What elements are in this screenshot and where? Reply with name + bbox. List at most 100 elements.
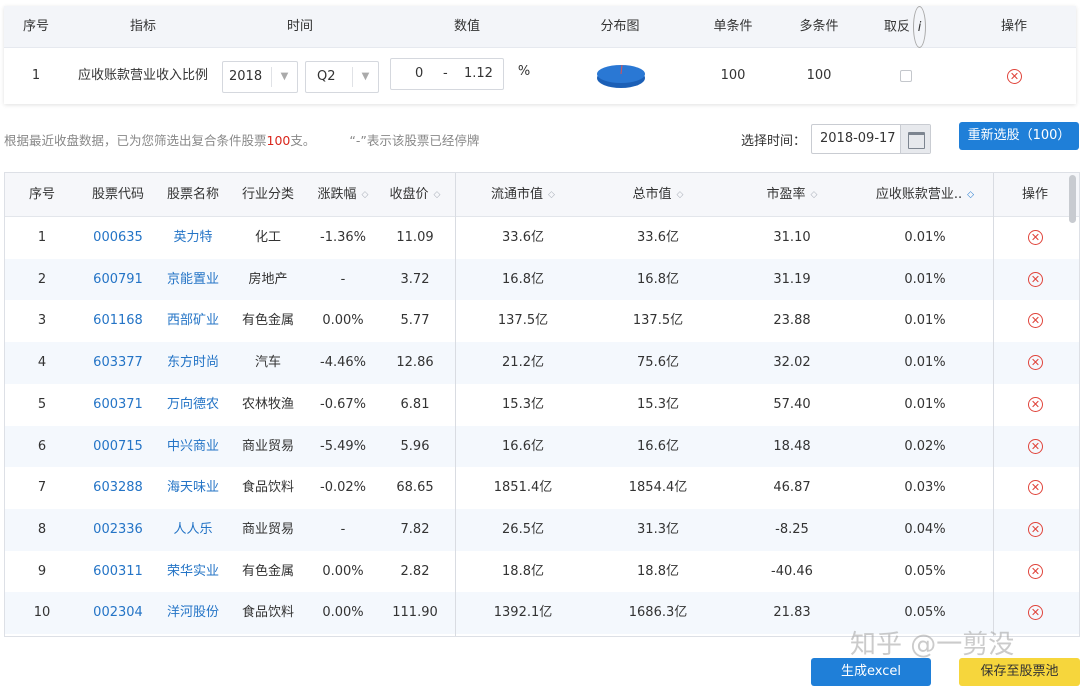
sort-icon[interactable]: ◇ (677, 190, 684, 200)
save-to-pool-button[interactable]: 保存至股票池 (959, 658, 1080, 686)
cell-float-cap: 26.5亿 (502, 521, 544, 537)
quarter-select[interactable]: Q2 ▼ (305, 61, 379, 93)
column-divider (993, 173, 994, 636)
cell-stock-code[interactable]: 601168 (93, 300, 143, 342)
watermark: 知乎 @一剪没 (850, 630, 1015, 660)
cell-industry: 食品饮料 (241, 480, 295, 496)
range-min[interactable]: 0 (415, 59, 423, 89)
delete-row-icon[interactable]: ✕ (1028, 438, 1043, 454)
cell-stock-code[interactable]: 002304 (93, 592, 143, 634)
sort-icon[interactable]: ◇ (548, 190, 555, 200)
value-range-input[interactable]: 0 - 1.12 (390, 58, 504, 90)
cell-ratio: 0.03% (904, 480, 946, 496)
cell-index: 1 (37, 230, 47, 245)
sort-icon[interactable]: ◇ (362, 190, 369, 200)
chevron-down-icon: ▼ (271, 67, 297, 87)
select-time-label: 选择时间： (741, 134, 807, 149)
distribution-pie-icon[interactable] (595, 64, 647, 90)
condition-index: 1 (31, 68, 41, 83)
cell-index: 8 (37, 521, 47, 537)
quarter-select-value: Q2 (317, 69, 336, 84)
cell-stock-name[interactable]: 中兴商业 (167, 426, 219, 468)
sort-icon[interactable]: ◇ (811, 190, 818, 200)
cell-pe: 18.48 (773, 438, 811, 454)
col-header-code: 股票代码 (91, 187, 145, 202)
table-row: 6 000715 中兴商业 商业贸易 -5.49% 5.96 16.6亿 16.6亿 18.48… (5, 425, 1079, 468)
cell-stock-name[interactable]: 东方时尚 (167, 342, 219, 384)
col-header-pe[interactable]: 市盈率 ◇ (767, 173, 818, 217)
delete-row-icon[interactable]: ✕ (1028, 271, 1043, 287)
cell-total-cap: 16.8亿 (637, 271, 679, 287)
cell-ratio: 0.01% (904, 271, 946, 287)
col-header-ratio[interactable]: 应收账款营业.. ◇ (876, 173, 974, 217)
cell-stock-code[interactable]: 002336 (93, 509, 143, 551)
delete-row-icon[interactable]: ✕ (1028, 563, 1043, 579)
cell-stock-name[interactable]: 万向德农 (167, 384, 219, 426)
cell-index: 7 (37, 480, 47, 496)
header-action: 操作 (1000, 19, 1028, 34)
cell-float-cap: 21.2亿 (502, 355, 544, 371)
cell-stock-code[interactable]: 000635 (93, 217, 143, 259)
condition-header: 序号 指标 时间 数值 分布图 单条件 多条件 取反 i 操作 (4, 6, 1076, 48)
cell-total-cap: 1686.3亿 (628, 605, 688, 621)
range-max[interactable]: 1.12 (464, 59, 493, 89)
cell-pe: 46.87 (773, 480, 811, 496)
cell-industry: 化工 (254, 230, 282, 245)
info-icon[interactable]: i (913, 6, 927, 48)
cell-change: -4.46% (320, 355, 366, 371)
year-select[interactable]: 2018 ▼ (222, 61, 298, 93)
value-unit: % (517, 64, 531, 79)
cell-stock-code[interactable]: 000715 (93, 426, 143, 468)
cell-index: 3 (37, 313, 47, 329)
cell-stock-code[interactable]: 603377 (93, 342, 143, 384)
reselect-button[interactable]: 重新选股（100） (959, 122, 1079, 150)
generate-excel-button[interactable]: 生成excel (811, 658, 931, 686)
col-header-total-cap[interactable]: 总市值 ◇ (633, 173, 684, 217)
cell-index: 6 (37, 438, 47, 454)
cell-ratio: 0.05% (904, 563, 946, 579)
col-header-close[interactable]: 收盘价 ◇ (390, 173, 441, 217)
table-row: 1 000635 英力特 化工 -1.36% 11.09 33.6亿 33.6亿 31.10 0.… (5, 217, 1079, 259)
delete-row-icon[interactable]: ✕ (1028, 355, 1043, 371)
cell-stock-code[interactable]: 603288 (93, 467, 143, 509)
cell-stock-code[interactable]: 600791 (93, 259, 143, 301)
delete-row-icon[interactable]: ✕ (1028, 480, 1043, 496)
cell-stock-name[interactable]: 京能置业 (167, 259, 219, 301)
filter-summary: 根据最近收盘数据，已为您筛选出复合条件股票100支。 “-”表示该股票已经停牌 (4, 130, 479, 149)
sort-icon[interactable]: ◇ (967, 190, 974, 200)
col-header-float-cap[interactable]: 流通市值 ◇ (491, 173, 555, 217)
date-picker[interactable]: 2018-09-17 (811, 124, 931, 154)
cell-total-cap: 15.3亿 (637, 396, 679, 412)
cell-industry: 有色金属 (241, 313, 295, 329)
sort-icon[interactable]: ◇ (434, 190, 441, 200)
cell-stock-name[interactable]: 洋河股份 (167, 592, 219, 634)
delete-row-icon[interactable]: ✕ (1028, 605, 1043, 621)
cell-stock-name[interactable]: 人人乐 (173, 509, 212, 551)
cell-stock-code[interactable]: 600371 (93, 384, 143, 426)
col-header-ratio-label: 应收账款营业.. (875, 187, 963, 202)
cell-stock-name[interactable]: 西部矿业 (167, 300, 219, 342)
delete-row-icon[interactable]: ✕ (1028, 521, 1043, 537)
col-header-change[interactable]: 涨跌幅 ◇ (318, 173, 369, 217)
cell-ratio: 0.04% (904, 521, 946, 537)
invert-checkbox[interactable] (900, 70, 912, 82)
calendar-icon[interactable] (900, 125, 930, 153)
header-time: 时间 (286, 19, 314, 34)
cell-float-cap: 18.8亿 (502, 563, 544, 579)
delete-row-icon[interactable]: ✕ (1028, 396, 1043, 412)
delete-row-icon[interactable]: ✕ (1028, 230, 1043, 245)
cell-industry: 商业贸易 (241, 438, 295, 454)
col-header-total-cap-label: 总市值 (632, 187, 672, 202)
table-scrollbar[interactable] (1069, 175, 1076, 223)
condition-row: 1 应收账款营业收入比例 2018 ▼ Q2 ▼ 0 - 1.12 % 100 … (4, 48, 1076, 104)
delete-condition-icon[interactable]: ✕ (1007, 69, 1022, 84)
cell-pe: 23.88 (773, 313, 811, 329)
cell-stock-name[interactable]: 海天味业 (167, 467, 219, 509)
cell-stock-name[interactable]: 荣华实业 (167, 551, 219, 593)
cell-stock-name[interactable]: 英力特 (173, 217, 212, 259)
delete-row-icon[interactable]: ✕ (1028, 313, 1043, 329)
cell-stock-code[interactable]: 600311 (93, 551, 143, 593)
cell-industry: 房地产 (248, 271, 288, 287)
cell-close-price: 3.72 (400, 271, 430, 287)
header-single: 单条件 (713, 19, 753, 34)
